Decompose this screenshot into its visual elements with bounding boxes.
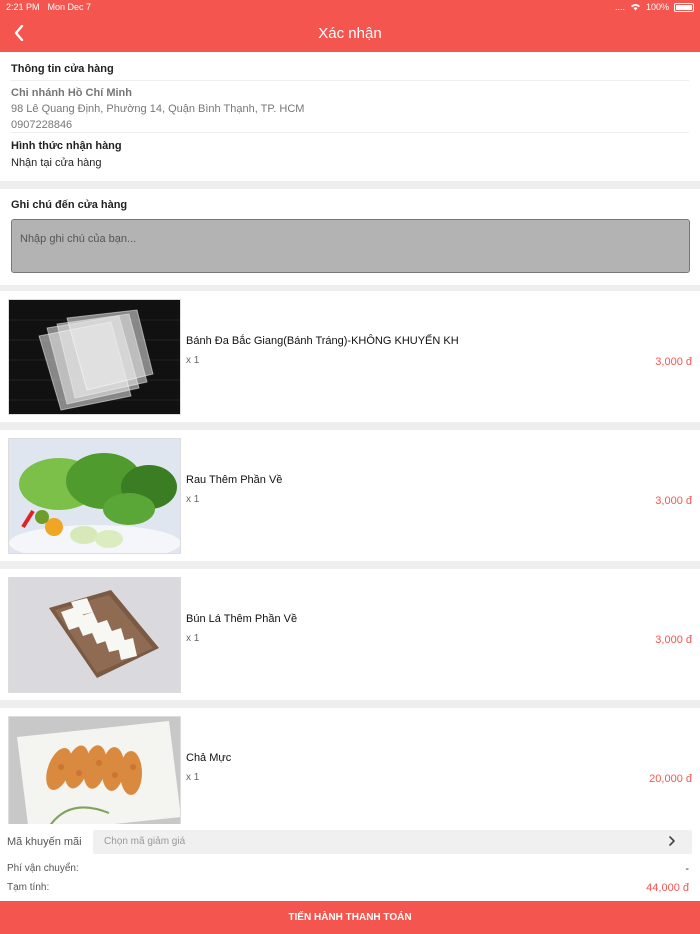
branch-name: Chi nhánh Hồ Chí Minh [11,87,132,99]
status-date: Mon Dec 7 [47,2,92,12]
product-image [8,716,181,824]
note-input[interactable]: Nhập ghi chú của bạn... [11,219,690,273]
chevron-right-icon [669,836,675,846]
status-bar: 2:21 PM Mon Dec 7 .... 100% [0,0,700,14]
list-item: Bánh Đa Bắc Giang(Bánh Tráng)-KHÔNG KHUY… [0,291,700,422]
shipping-label: Phí vận chuyển: [7,863,79,874]
note-section: Ghi chú đến cửa hàng Nhập ghi chú của bạ… [0,189,700,285]
promo-code-selector[interactable]: Chọn mã giảm giá [93,830,692,854]
list-item: Bún Lá Thêm Phần Về x 1 3,000 đ [0,569,700,700]
order-items: Bánh Đa Bắc Giang(Bánh Tráng)-KHÔNG KHUY… [0,291,700,824]
checkout-button[interactable]: TIẾN HÀNH THANH TOÁN [0,901,700,934]
item-name: Bún Lá Thêm Phần Về [186,613,298,625]
back-button[interactable] [8,22,30,44]
order-summary: Mã khuyến mãi Chọn mã giảm giá Phí vận c… [0,824,700,901]
promo-placeholder: Chọn mã giảm giá [104,836,186,847]
item-qty: x 1 [186,494,200,505]
item-name: Bánh Đa Bắc Giang(Bánh Tráng)-KHÔNG KHUY… [186,335,459,347]
product-image [8,577,181,693]
subtotal-value: 44,000 đ [646,882,689,894]
item-qty: x 1 [186,772,200,783]
item-qty: x 1 [186,633,200,644]
item-name: Chả Mực [186,752,232,764]
note-title: Ghi chú đến cửa hàng [11,199,128,211]
battery-icon [674,2,694,12]
shipping-value: - [685,863,689,875]
item-price: 20,000 đ [649,773,692,785]
item-qty: x 1 [186,355,200,366]
pickup-value: Nhận tại cửa hàng [11,157,102,169]
chevron-left-icon [14,25,24,41]
subtotal-label: Tạm tính: [7,882,50,893]
branch-address: 98 Lê Quang Định, Phường 14, Quận Bình T… [11,103,305,115]
store-info-section: Thông tin cửa hàng Chi nhánh Hồ Chí Minh… [0,52,700,181]
status-time: 2:21 PM [6,2,40,12]
store-section-title: Thông tin cửa hàng [11,63,114,75]
item-price: 3,000 đ [655,495,692,507]
signal-indicator: .... [614,2,625,12]
product-image [8,299,181,415]
item-name: Rau Thêm Phần Về [186,474,283,486]
battery-percent: 100% [645,2,669,12]
list-item: Rau Thêm Phần Về x 1 3,000 đ [0,430,700,561]
page-title: Xác nhận [318,24,382,42]
shipping-row: Phí vận chuyển: - [0,861,700,877]
content-scroll[interactable]: Thông tin cửa hàng Chi nhánh Hồ Chí Minh… [0,52,700,824]
pickup-title: Hình thức nhận hàng [11,140,122,152]
product-image [8,438,181,554]
promo-label: Mã khuyến mãi [7,836,82,848]
item-price: 3,000 đ [655,634,692,646]
wifi-icon [630,4,640,11]
subtotal-row: Tạm tính: 44,000 đ [0,880,700,896]
item-price: 3,000 đ [655,356,692,368]
nav-bar: Xác nhận [0,14,700,52]
list-item: Chả Mực x 1 20,000 đ [0,708,700,824]
promo-row: Mã khuyến mãi Chọn mã giảm giá [0,830,700,854]
branch-phone: 0907228846 [11,119,73,131]
